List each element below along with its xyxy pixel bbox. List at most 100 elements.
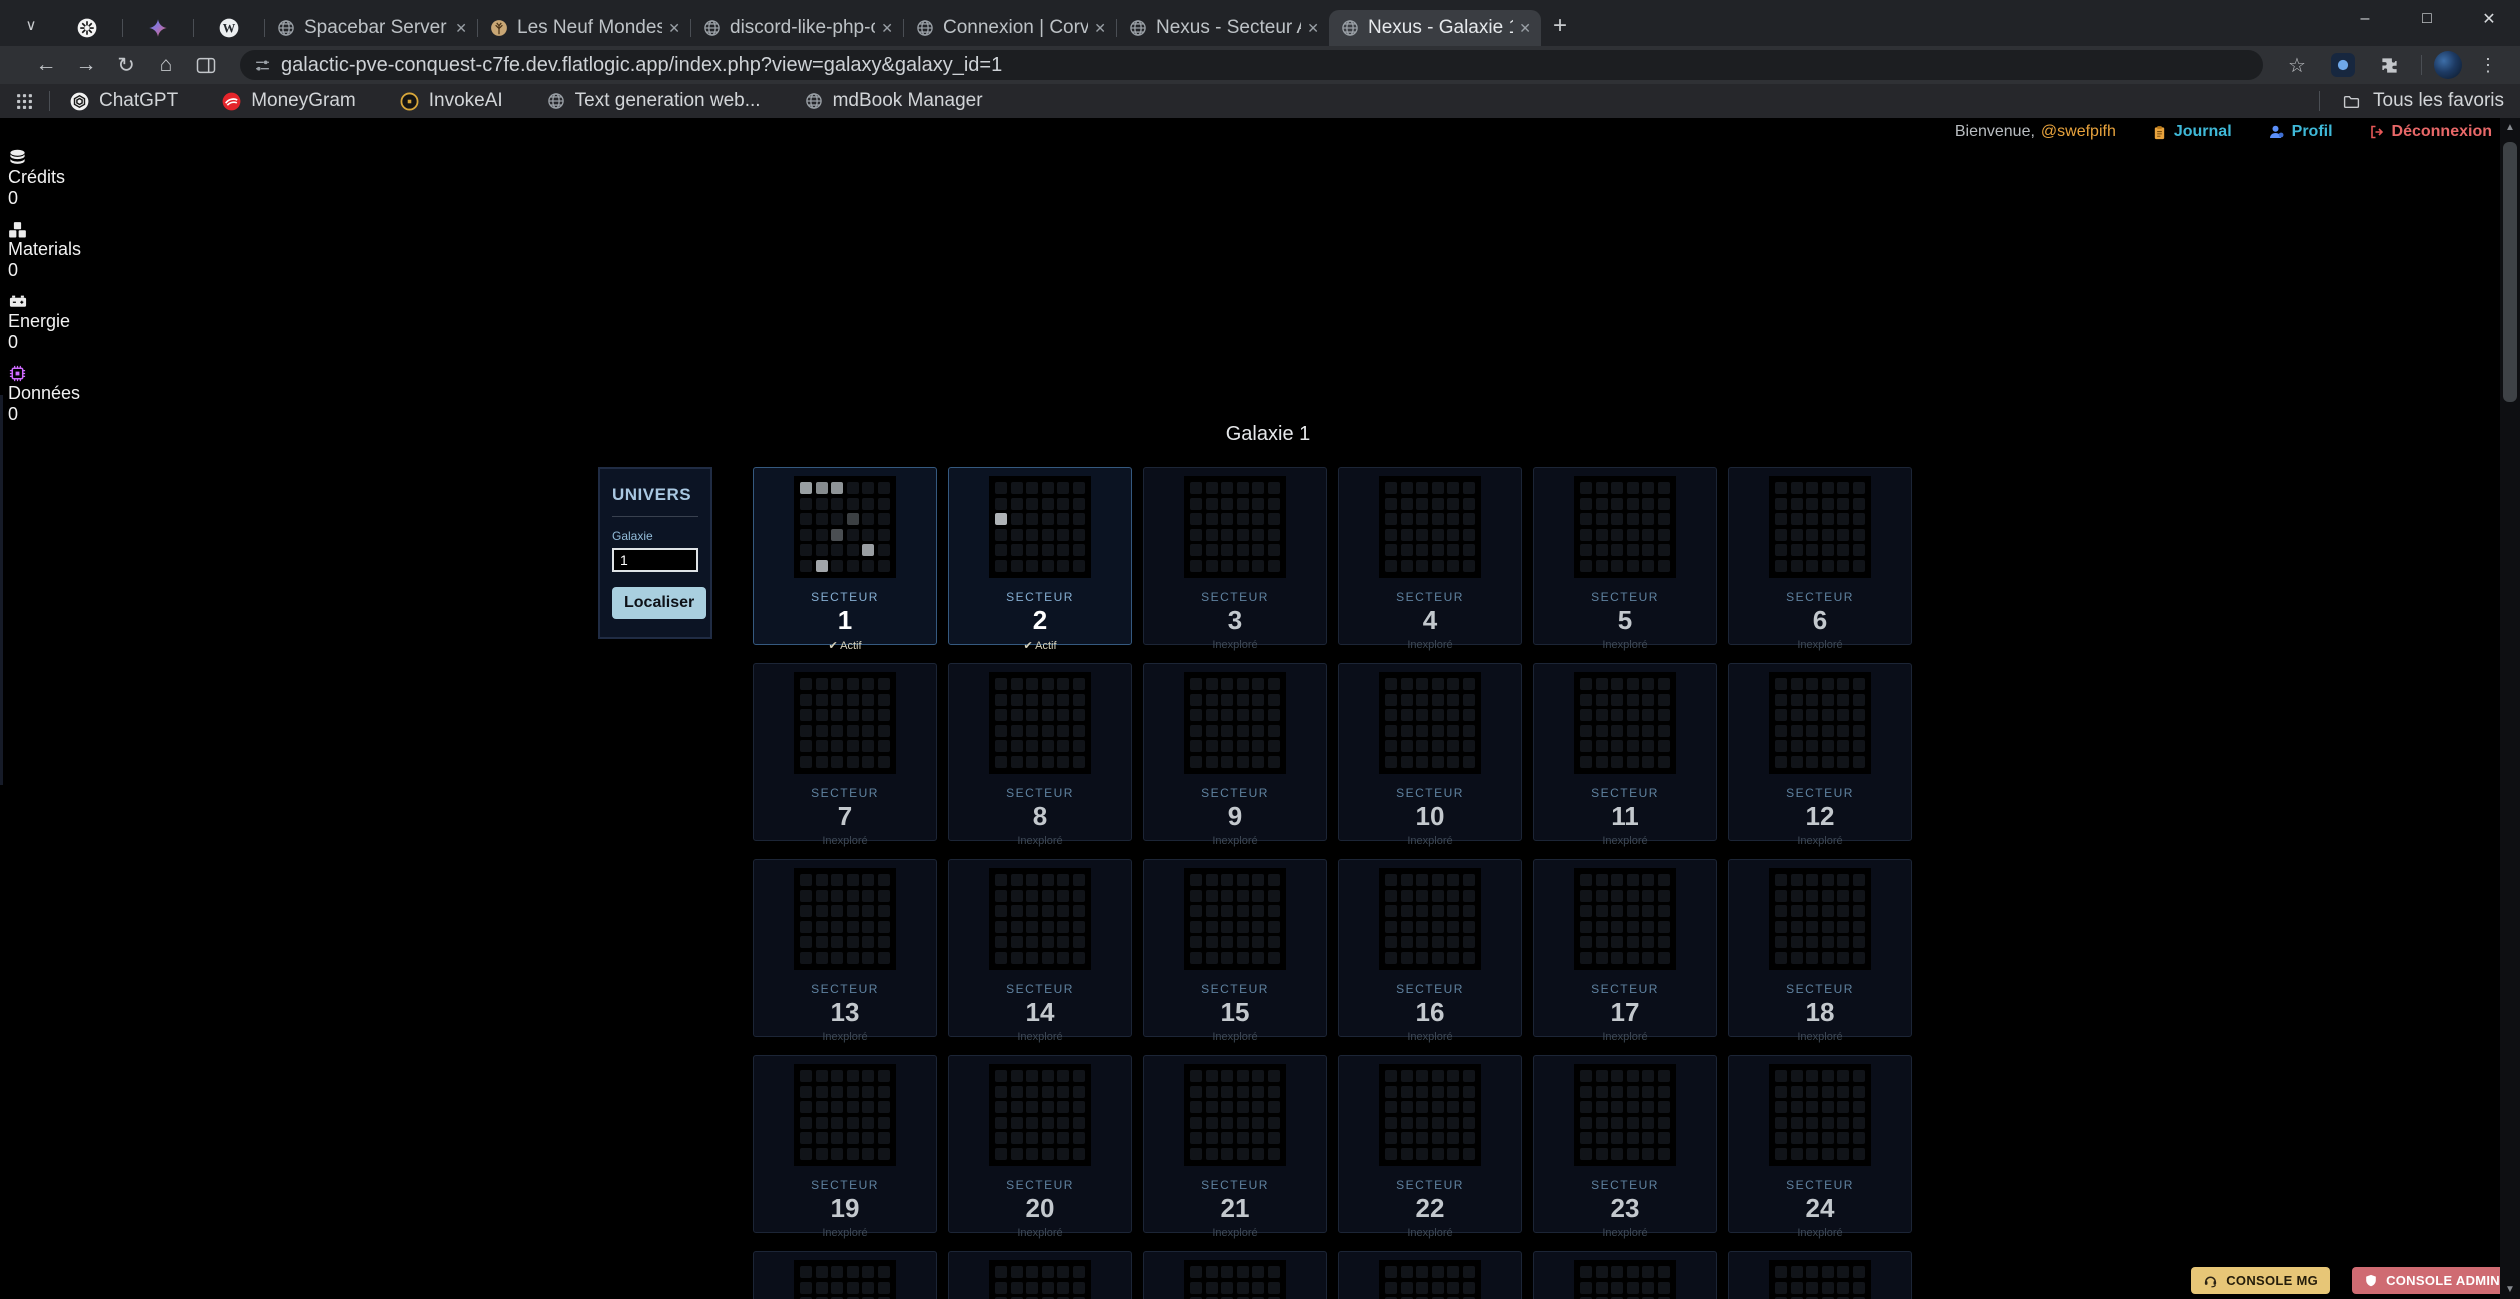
- tab-2[interactable]: discord-like-php-chat-7262.de✕: [691, 10, 903, 46]
- sector-card[interactable]: SECTEUR8Inexploré: [948, 663, 1132, 841]
- sector-card[interactable]: SECTEUR16Inexploré: [1338, 859, 1522, 1037]
- grid-cell: [1822, 678, 1834, 690]
- all-bookmarks[interactable]: Tous les favoris: [2319, 90, 2504, 112]
- pinned-tab-wordpress[interactable]: W: [194, 10, 264, 46]
- sector-card[interactable]: SECTEUR11Inexploré: [1533, 663, 1717, 841]
- reload-button[interactable]: ↻: [106, 49, 146, 81]
- tab-close-icon[interactable]: ✕: [455, 20, 467, 37]
- apps-grid-icon[interactable]: [16, 93, 33, 110]
- grid-cell: [1026, 1070, 1038, 1082]
- sector-card-partial[interactable]: [1728, 1251, 1912, 1299]
- grid-cell: [1611, 694, 1623, 706]
- scrollbar-thumb[interactable]: [2503, 142, 2517, 402]
- bookmark-item[interactable]: mdBook Manager: [805, 90, 983, 112]
- extensions-puzzle-icon[interactable]: [2369, 49, 2409, 81]
- pinned-tab-swirl[interactable]: [52, 10, 122, 46]
- grid-cell: [1642, 890, 1654, 902]
- sector-minimap: [1769, 1260, 1871, 1299]
- tab-1[interactable]: Les Neuf Mondes de la Mytholo✕: [478, 10, 690, 46]
- grid-cell: [1463, 1266, 1475, 1278]
- resource-données: Données0: [8, 362, 81, 425]
- scroll-down-arrow[interactable]: ▼: [2500, 1284, 2520, 1295]
- tab-search-button[interactable]: ∨: [14, 10, 48, 40]
- grid-cell: [1627, 529, 1639, 541]
- sector-card[interactable]: SECTEUR4Inexploré: [1338, 467, 1522, 645]
- sector-card-partial[interactable]: [753, 1251, 937, 1299]
- forward-button[interactable]: →: [66, 49, 106, 81]
- tab-0[interactable]: Spacebar Server✕: [265, 10, 477, 46]
- bookmark-star-icon[interactable]: ☆: [2277, 49, 2317, 81]
- sector-card[interactable]: SECTEUR23Inexploré: [1533, 1055, 1717, 1233]
- side-panel-icon[interactable]: [186, 49, 226, 81]
- bookmark-item[interactable]: Text generation web...: [547, 90, 761, 112]
- tab-4[interactable]: Nexus - Secteur Alpha [G1]✕: [1117, 10, 1329, 46]
- sector-card[interactable]: SECTEUR24Inexploré: [1728, 1055, 1912, 1233]
- sector-card[interactable]: SECTEUR17Inexploré: [1533, 859, 1717, 1037]
- grid-cell: [1416, 952, 1428, 964]
- tab-close-icon[interactable]: ✕: [1307, 20, 1319, 37]
- grid-cell: [816, 740, 828, 752]
- address-bar[interactable]: galactic-pve-conquest-c7fe.dev.flatlogic…: [240, 50, 2263, 80]
- sector-status: Inexploré: [1339, 639, 1521, 651]
- grid-cell: [1237, 921, 1249, 933]
- sector-card[interactable]: SECTEUR5Inexploré: [1533, 467, 1717, 645]
- tab-close-icon[interactable]: ✕: [668, 20, 680, 37]
- menu-dots-icon[interactable]: ⋮: [2468, 49, 2508, 81]
- minimize-button[interactable]: –: [2334, 0, 2396, 38]
- tab-active[interactable]: Nexus - Galaxie 1✕: [1329, 10, 1541, 46]
- sector-card-partial[interactable]: [948, 1251, 1132, 1299]
- page-scrollbar[interactable]: ▲ ▼: [2500, 118, 2520, 1299]
- sector-card[interactable]: SECTEUR1✔ Actif: [753, 467, 937, 645]
- sector-card-partial[interactable]: [1533, 1251, 1717, 1299]
- grid-cell: [1026, 529, 1038, 541]
- header-link-déconnexion[interactable]: Déconnexion: [2369, 123, 2492, 141]
- localiser-button[interactable]: Localiser: [612, 587, 706, 619]
- grid-cell: [995, 694, 1007, 706]
- profile-avatar[interactable]: [2434, 51, 2462, 79]
- site-settings-icon[interactable]: [254, 57, 271, 74]
- sector-card[interactable]: SECTEUR13Inexploré: [753, 859, 937, 1037]
- grid-cell: [847, 1282, 859, 1294]
- scroll-up-arrow[interactable]: ▲: [2500, 122, 2520, 133]
- header-link-profil[interactable]: Profil: [2268, 123, 2333, 141]
- tab-3[interactable]: Connexion | Corvara✕: [904, 10, 1116, 46]
- sector-card[interactable]: SECTEUR18Inexploré: [1728, 859, 1912, 1037]
- console-button-headset[interactable]: CONSOLE MG: [2191, 1267, 2330, 1294]
- sector-card[interactable]: SECTEUR3Inexploré: [1143, 467, 1327, 645]
- sector-minimap: [989, 672, 1091, 774]
- extension-shortcut-icon[interactable]: [2323, 49, 2363, 81]
- sector-card[interactable]: SECTEUR20Inexploré: [948, 1055, 1132, 1233]
- bookmark-item[interactable]: MoneyGram: [222, 90, 356, 112]
- sector-card[interactable]: SECTEUR7Inexploré: [753, 663, 937, 841]
- sector-card-partial[interactable]: [1338, 1251, 1522, 1299]
- sector-card[interactable]: SECTEUR19Inexploré: [753, 1055, 937, 1233]
- header-link-journal[interactable]: Journal: [2152, 123, 2232, 141]
- sector-card[interactable]: SECTEUR2✔ Actif: [948, 467, 1132, 645]
- sector-card[interactable]: SECTEUR6Inexploré: [1728, 467, 1912, 645]
- tab-close-icon[interactable]: ✕: [1094, 20, 1106, 37]
- sector-card[interactable]: SECTEUR21Inexploré: [1143, 1055, 1327, 1233]
- grid-cell: [1416, 740, 1428, 752]
- grid-cell: [1611, 936, 1623, 948]
- sector-card[interactable]: SECTEUR10Inexploré: [1338, 663, 1522, 841]
- console-button-shield[interactable]: CONSOLE ADMIN: [2352, 1267, 2512, 1294]
- sector-card[interactable]: SECTEUR14Inexploré: [948, 859, 1132, 1037]
- pinned-tab-gemini[interactable]: [123, 10, 193, 46]
- sector-card[interactable]: SECTEUR12Inexploré: [1728, 663, 1912, 841]
- bookmark-item[interactable]: InvokeAI: [400, 90, 503, 112]
- galaxy-input[interactable]: [612, 548, 698, 572]
- home-button[interactable]: ⌂: [146, 49, 186, 81]
- tab-close-icon[interactable]: ✕: [881, 20, 893, 37]
- grid-cell: [847, 1117, 859, 1129]
- maximize-button[interactable]: □: [2396, 0, 2458, 38]
- new-tab-button[interactable]: +: [1541, 8, 1579, 44]
- grid-cell: [1385, 725, 1397, 737]
- tab-close-icon[interactable]: ✕: [1519, 20, 1531, 37]
- sector-card[interactable]: SECTEUR22Inexploré: [1338, 1055, 1522, 1233]
- sector-card[interactable]: SECTEUR15Inexploré: [1143, 859, 1327, 1037]
- bookmark-item[interactable]: ChatGPT: [70, 90, 178, 112]
- close-button[interactable]: ✕: [2458, 0, 2520, 38]
- back-button[interactable]: ←: [26, 49, 66, 81]
- sector-card[interactable]: SECTEUR9Inexploré: [1143, 663, 1327, 841]
- sector-card-partial[interactable]: [1143, 1251, 1327, 1299]
